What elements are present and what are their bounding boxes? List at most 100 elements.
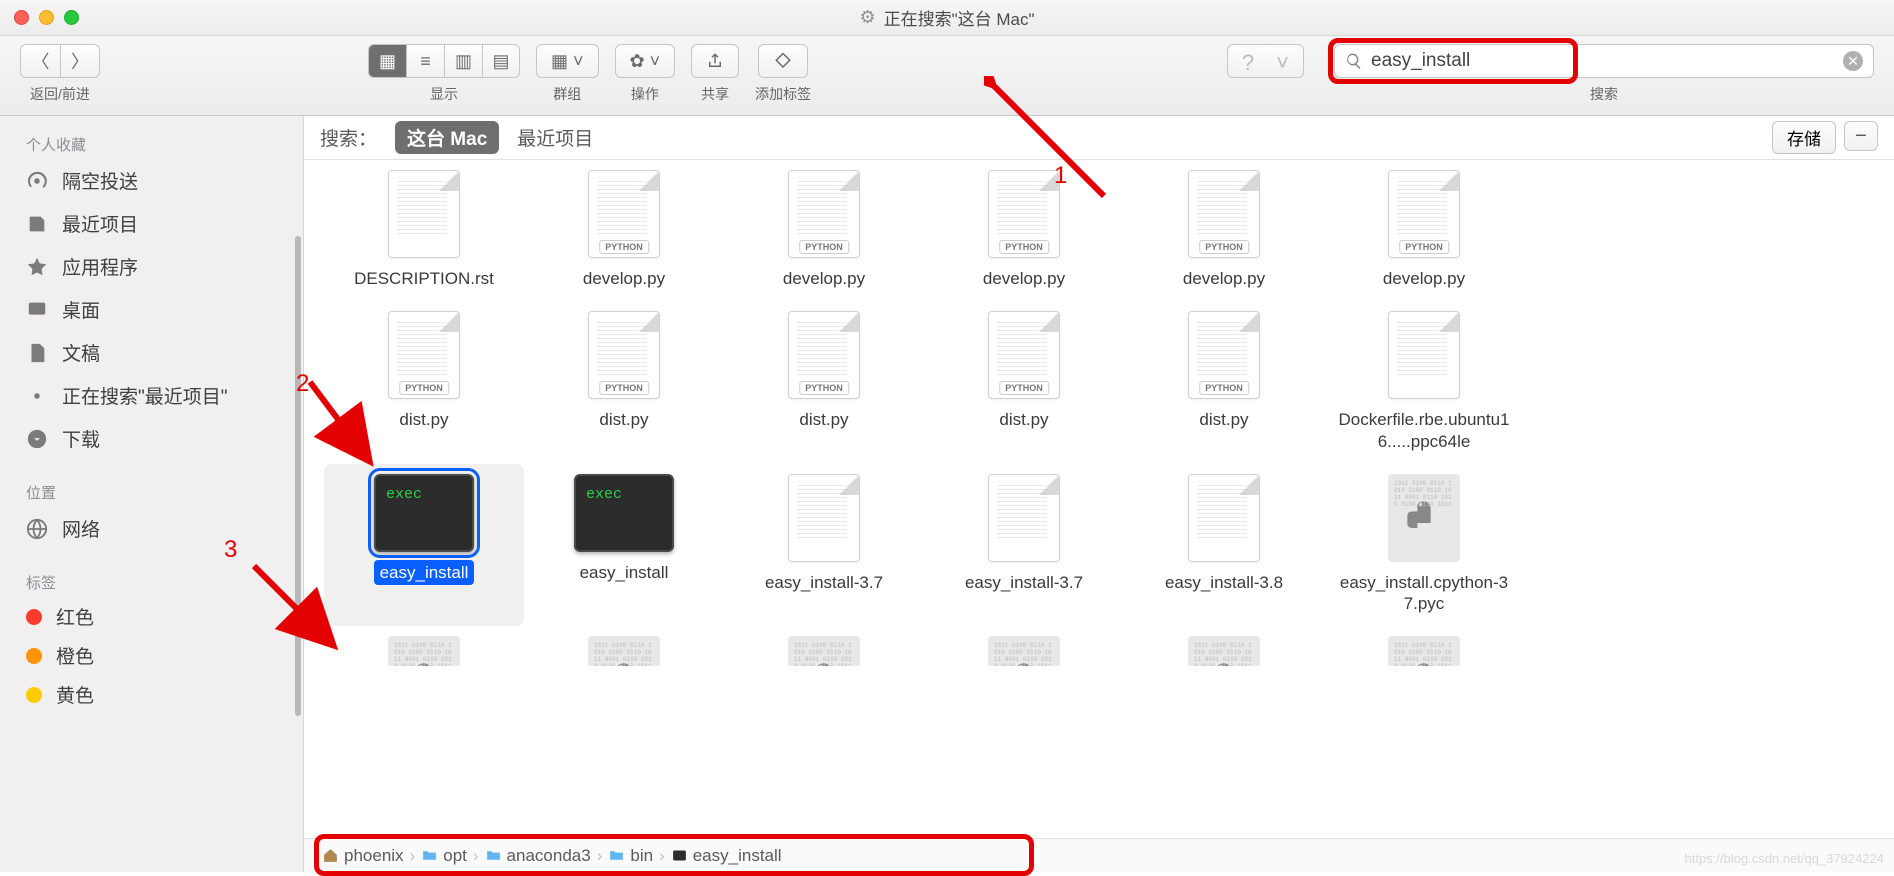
file-item[interactable]: execeasy_install bbox=[324, 464, 524, 627]
sidebar-tag-orange[interactable]: 橙色 bbox=[0, 636, 303, 675]
path-crumb-opt[interactable]: opt bbox=[421, 846, 467, 866]
folder-icon bbox=[608, 847, 625, 864]
search-input[interactable] bbox=[1363, 50, 1843, 72]
recents-icon bbox=[26, 213, 48, 235]
sidebar-tag-red[interactable]: 红色 bbox=[0, 597, 303, 636]
folder-icon bbox=[485, 847, 502, 864]
file-grid[interactable]: DESCRIPTION.rstPYTHONdevelop.pyPYTHONdev… bbox=[304, 160, 1894, 838]
back-button[interactable]: 〈 bbox=[20, 44, 60, 78]
save-search-button[interactable]: 存储 bbox=[1772, 121, 1836, 154]
file-item[interactable]: DESCRIPTION.rst bbox=[324, 160, 524, 301]
view-columns-button[interactable]: ▥ bbox=[444, 44, 482, 78]
file-item[interactable]: PYTHONdevelop.py bbox=[724, 160, 924, 301]
file-item[interactable]: PYTHONdevelop.py bbox=[1324, 160, 1524, 301]
sidebar-item-desktop[interactable]: 桌面 bbox=[0, 288, 303, 331]
file-name: develop.py bbox=[977, 266, 1071, 291]
file-item[interactable]: PYTHONdist.py bbox=[324, 301, 524, 464]
network-icon bbox=[26, 518, 48, 540]
locations-header: 位置 bbox=[0, 474, 303, 507]
view-gallery-button[interactable]: ▤ bbox=[482, 44, 520, 78]
file-item[interactable]: 1011 0100 0110 1010 0100 0110 1011 0001 … bbox=[924, 626, 1124, 666]
minimize-button[interactable] bbox=[39, 10, 54, 25]
file-name: develop.py bbox=[1177, 266, 1271, 291]
sidebar-item-network[interactable]: 网络 bbox=[0, 507, 303, 550]
chevron-right-icon: › bbox=[410, 846, 416, 866]
group-label: 群组 bbox=[553, 84, 581, 104]
file-item[interactable]: 1011 0100 0110 1010 0100 0110 1011 0001 … bbox=[1124, 626, 1324, 666]
file-item[interactable]: 1011 0100 0110 1010 0100 0110 1011 0001 … bbox=[524, 626, 724, 666]
window-title: ⚙︎ 正在搜索"这台 Mac" bbox=[859, 5, 1034, 30]
file-item[interactable]: easy_install-3.7 bbox=[724, 464, 924, 627]
close-button[interactable] bbox=[14, 10, 29, 25]
file-item[interactable]: easy_install-3.7 bbox=[924, 464, 1124, 627]
file-name: easy_install-3.7 bbox=[759, 570, 889, 595]
home-icon bbox=[322, 847, 339, 864]
path-crumb-bin[interactable]: bin bbox=[608, 846, 653, 866]
view-icons-button[interactable]: ▦ bbox=[368, 44, 406, 78]
file-item[interactable]: PYTHONdevelop.py bbox=[1124, 160, 1324, 301]
path-crumb-anaconda3[interactable]: anaconda3 bbox=[485, 846, 591, 866]
main: 个人收藏 隔空投送 最近项目 应用程序 桌面 文稿 正在搜索"最近项目" 下载 … bbox=[0, 116, 1894, 872]
nav-group: 〈 〉 返回/前进 bbox=[20, 44, 100, 104]
maximize-button[interactable] bbox=[64, 10, 79, 25]
file-item[interactable]: 1011 0100 0110 1010 0100 0110 1011 0001 … bbox=[724, 626, 924, 666]
sidebar-item-smart-search[interactable]: 正在搜索"最近项目" bbox=[0, 374, 303, 417]
sidebar-item-downloads[interactable]: 下载 bbox=[0, 417, 303, 460]
scope-recents[interactable]: 最近项目 bbox=[517, 124, 593, 151]
path-crumb-home[interactable]: phoenix bbox=[322, 846, 404, 866]
scope-this-mac[interactable]: 这台 Mac bbox=[395, 121, 499, 154]
chevron-right-icon: › bbox=[597, 846, 603, 866]
file-item[interactable]: execeasy_install bbox=[524, 464, 724, 627]
file-name: DESCRIPTION.rst bbox=[348, 266, 500, 291]
file-item[interactable]: 1011 0100 0110 1010 0100 0110 1011 0001 … bbox=[1324, 626, 1524, 666]
file-name: dist.py bbox=[793, 407, 854, 432]
file-item[interactable]: easy_install-3.8 bbox=[1124, 464, 1324, 627]
sidebar-item-airdrop[interactable]: 隔空投送 bbox=[0, 159, 303, 202]
tag-button[interactable] bbox=[758, 44, 808, 78]
action-group: ✿ ˅ 操作 bbox=[615, 44, 676, 104]
view-list-button[interactable]: ≡ bbox=[406, 44, 444, 78]
file-name: dist.py bbox=[993, 407, 1054, 432]
file-item[interactable]: PYTHONdevelop.py bbox=[924, 160, 1124, 301]
forward-button[interactable]: 〉 bbox=[60, 44, 100, 78]
sidebar-item-documents[interactable]: 文稿 bbox=[0, 331, 303, 374]
search-box[interactable]: ✕ bbox=[1334, 44, 1874, 78]
file-name: easy_install-3.8 bbox=[1159, 570, 1289, 595]
file-item[interactable]: 1011 0100 0110 1010 0100 0110 1011 0001 … bbox=[1324, 464, 1524, 627]
tag-dot-icon bbox=[26, 648, 42, 664]
help-button[interactable]: ? ˅ bbox=[1227, 44, 1304, 78]
file-item[interactable]: PYTHONdist.py bbox=[724, 301, 924, 464]
clear-search-button[interactable]: ✕ bbox=[1843, 51, 1863, 71]
group-group: ▦ ˅ 群组 bbox=[536, 44, 599, 104]
file-item[interactable]: PYTHONdevelop.py bbox=[524, 160, 724, 301]
path-crumb-file[interactable]: easy_install bbox=[671, 846, 782, 866]
share-group: 共享 bbox=[691, 44, 739, 104]
airdrop-icon bbox=[26, 170, 48, 192]
help-group: ? ˅ bbox=[1227, 44, 1304, 100]
window-controls bbox=[14, 10, 79, 25]
file-name: dist.py bbox=[393, 407, 454, 432]
action-button[interactable]: ✿ ˅ bbox=[615, 44, 676, 78]
sidebar-item-applications[interactable]: 应用程序 bbox=[0, 245, 303, 288]
file-item[interactable]: PYTHONdist.py bbox=[1124, 301, 1324, 464]
folder-icon bbox=[421, 847, 438, 864]
file-item[interactable]: PYTHONdist.py bbox=[924, 301, 1124, 464]
gear-icon bbox=[26, 385, 48, 407]
view-label: 显示 bbox=[430, 84, 458, 104]
path-bar: phoenix › opt › anaconda3 › bin › easy_i… bbox=[304, 838, 1894, 872]
sidebar-tag-yellow[interactable]: 黄色 bbox=[0, 675, 303, 714]
tag-dot-icon bbox=[26, 687, 42, 703]
share-button[interactable] bbox=[691, 44, 739, 78]
file-item[interactable]: 1011 0100 0110 1010 0100 0110 1011 0001 … bbox=[324, 626, 524, 666]
scope-label: 搜索： bbox=[320, 124, 377, 151]
remove-criteria-button[interactable]: − bbox=[1844, 121, 1878, 151]
file-name: develop.py bbox=[1377, 266, 1471, 291]
view-group: ▦ ≡ ▥ ▤ 显示 bbox=[368, 44, 520, 104]
watermark: https://blog.csdn.net/qq_37924224 bbox=[1685, 851, 1885, 866]
sidebar-item-recents[interactable]: 最近项目 bbox=[0, 202, 303, 245]
file-item[interactable]: Dockerfile.rbe.ubuntu16.....ppc64le bbox=[1324, 301, 1524, 464]
tag-group: 添加标签 bbox=[755, 44, 811, 104]
group-button[interactable]: ▦ ˅ bbox=[536, 44, 599, 78]
file-item[interactable]: PYTHONdist.py bbox=[524, 301, 724, 464]
chevron-right-icon: › bbox=[473, 846, 479, 866]
